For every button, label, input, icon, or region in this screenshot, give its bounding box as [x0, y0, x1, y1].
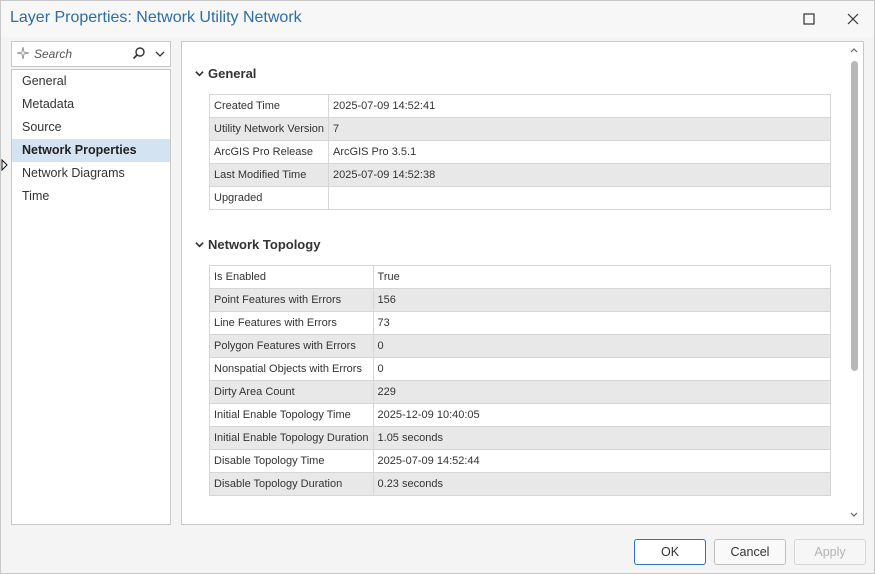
property-name: Nonspatial Objects with Errors [209, 357, 374, 381]
apply-button[interactable]: Apply [794, 539, 866, 565]
nav-item-network-properties[interactable]: Network Properties [12, 139, 170, 162]
nav-item-metadata[interactable]: Metadata [12, 93, 170, 116]
chevron-down-icon [195, 242, 204, 248]
table-row: Upgraded [208, 186, 831, 210]
table-row: Polygon Features with Errors 0 [209, 334, 832, 358]
dialog-title: Layer Properties: Network Utility Networ… [10, 9, 302, 26]
property-value: 156 [372, 288, 832, 312]
table-row: Last Modified Time 2025-07-09 14:52:38 [208, 163, 831, 187]
table-row: ArcGIS Pro Release ArcGIS Pro 3.5.1 [208, 140, 831, 164]
content-panel: General Created Time 2025-07-09 14:52:41… [181, 41, 864, 525]
property-name: Last Modified Time [208, 163, 330, 187]
property-name: Polygon Features with Errors [209, 334, 374, 358]
title-bar: Layer Properties: Network Utility Networ… [1, 1, 874, 37]
table-row: Utility Network Version 7 [208, 117, 831, 141]
table-row: Disable Topology Time 2025-07-09 14:52:4… [209, 449, 832, 473]
general-section-title: General [208, 66, 257, 81]
property-name: Is Enabled [209, 265, 374, 289]
property-value [328, 186, 831, 210]
property-name: Dirty Area Count [209, 380, 374, 404]
property-name: ArcGIS Pro Release [208, 140, 330, 164]
nav-item-network-diagrams[interactable]: Network Diagrams [12, 162, 170, 185]
maximize-icon [803, 13, 815, 25]
nav-item-source[interactable]: Source [12, 116, 170, 139]
maximize-button[interactable] [796, 7, 822, 31]
network-topology-section-header[interactable]: Network Topology [195, 237, 320, 252]
property-value: True [372, 265, 832, 289]
property-value: 7 [328, 117, 831, 141]
general-section-header[interactable]: General [195, 66, 256, 81]
property-name: Point Features with Errors [209, 288, 374, 312]
mouse-cursor-icon [1, 159, 8, 171]
property-name: Initial Enable Topology Duration [209, 426, 374, 450]
chevron-down-icon [195, 71, 204, 77]
table-row: Dirty Area Count 229 [209, 380, 832, 404]
property-name: Utility Network Version [208, 117, 330, 141]
layer-properties-dialog: Layer Properties: Network Utility Networ… [0, 0, 875, 574]
property-page-list: General Metadata Source Network Properti… [11, 69, 171, 525]
table-row: Point Features with Errors 156 [209, 288, 832, 312]
property-name: Disable Topology Duration [209, 472, 374, 496]
nav-item-time[interactable]: Time [12, 185, 170, 208]
property-value: 0 [372, 334, 832, 358]
scroll-up-icon[interactable] [849, 45, 859, 55]
property-name: Created Time [208, 94, 330, 118]
property-value: 0 [372, 357, 832, 381]
scroll-down-icon[interactable] [849, 510, 859, 520]
close-button[interactable] [840, 7, 866, 31]
property-value: 1.05 seconds [372, 426, 832, 450]
property-value: 2025-12-09 10:40:05 [372, 403, 832, 427]
scrollbar-thumb[interactable] [851, 61, 858, 371]
property-name: Initial Enable Topology Time [209, 403, 374, 427]
search-input[interactable] [32, 45, 136, 63]
table-row: Disable Topology Duration 0.23 seconds [209, 472, 832, 496]
close-icon [847, 13, 859, 25]
property-value: ArcGIS Pro 3.5.1 [328, 140, 831, 164]
table-row: Initial Enable Topology Duration 1.05 se… [209, 426, 832, 450]
property-value: 229 [372, 380, 832, 404]
table-row: Line Features with Errors 73 [209, 311, 832, 335]
property-value: 2025-07-09 14:52:38 [328, 163, 831, 187]
sparkle-icon [17, 47, 29, 59]
chevron-down-icon[interactable] [155, 49, 165, 59]
property-value: 2025-07-09 14:52:41 [328, 94, 831, 118]
search-icon[interactable] [132, 46, 146, 60]
network-topology-table: Is Enabled True Point Features with Erro… [209, 265, 832, 496]
table-row: Created Time 2025-07-09 14:52:41 [208, 94, 831, 118]
nav-item-general[interactable]: General [12, 70, 170, 93]
property-name: Disable Topology Time [209, 449, 374, 473]
ok-button[interactable]: OK [634, 539, 706, 565]
vertical-scrollbar[interactable] [847, 42, 861, 523]
search-box[interactable] [11, 41, 171, 67]
general-table: Created Time 2025-07-09 14:52:41 Utility… [208, 94, 831, 210]
network-topology-section-title: Network Topology [208, 237, 321, 252]
property-name: Upgraded [208, 186, 330, 210]
cancel-button[interactable]: Cancel [714, 539, 786, 565]
property-value: 73 [372, 311, 832, 335]
table-row: Initial Enable Topology Time 2025-12-09 … [209, 403, 832, 427]
property-name: Line Features with Errors [209, 311, 374, 335]
property-value: 2025-07-09 14:52:44 [372, 449, 832, 473]
table-row: Is Enabled True [209, 265, 832, 289]
property-value: 0.23 seconds [372, 472, 832, 496]
left-pane: General Metadata Source Network Properti… [11, 41, 171, 525]
table-row: Nonspatial Objects with Errors 0 [209, 357, 832, 381]
